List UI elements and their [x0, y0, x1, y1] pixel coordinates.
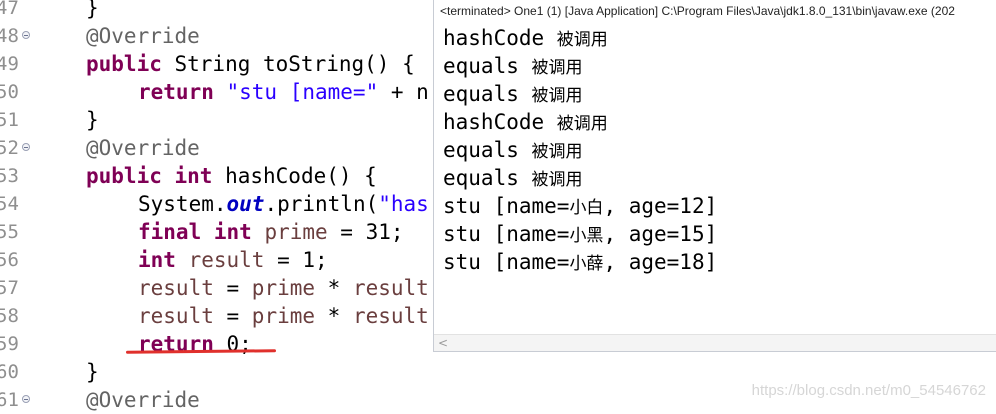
line-number-text: 57 [0, 277, 19, 299]
console-status-header: <terminated> One1 (1) [Java Application]… [440, 4, 955, 18]
console-text: stu [name= [443, 250, 570, 274]
console-text: equals [443, 54, 532, 78]
line-number-14: 61 [0, 386, 34, 414]
line-number-text: 51 [0, 109, 19, 131]
console-text: hashCode [443, 26, 557, 50]
console-text-cjk: 被调用 [556, 114, 608, 134]
console-output-line: stu [name=小白, age=12] [443, 192, 717, 220]
code-line-61[interactable]: @Override [86, 386, 200, 414]
console-text-cjk: 被调用 [531, 142, 583, 162]
console-output-line: stu [name=小黑, age=15] [443, 220, 717, 248]
code-line-50[interactable]: return "stu [name=" + n [138, 78, 429, 106]
line-number-text: 61 [0, 389, 19, 411]
console-text-cjk: 被调用 [556, 30, 608, 50]
console-text-cjk: 小白 [569, 198, 604, 218]
code-line-58[interactable]: result = prime * result [138, 302, 429, 330]
console-text-cjk: 被调用 [531, 58, 583, 78]
line-number-text: 48 [0, 25, 19, 47]
console-text-tail: , age=18] [603, 250, 718, 274]
line-number-9: 56 [0, 246, 34, 274]
line-number-text: 55 [0, 221, 19, 243]
code-line-55[interactable]: final int prime = 31; [138, 218, 404, 246]
line-number-3: 50 [0, 78, 34, 106]
line-number-text: 56 [0, 249, 19, 271]
code-line-48[interactable]: @Override [86, 22, 200, 50]
line-number-text: 49 [0, 53, 19, 75]
line-number-4: 51 [0, 106, 34, 134]
console-output-line: hashCode 被调用 [443, 24, 608, 52]
line-number-8: 55 [0, 218, 34, 246]
console-text-cjk: 小黑 [569, 226, 604, 246]
fold-toggle-icon[interactable] [22, 395, 30, 403]
console-text-tail: , age=15] [603, 222, 718, 246]
horizontal-scrollbar[interactable]: < [434, 334, 996, 351]
console-text-cjk: 被调用 [531, 86, 583, 106]
console-output-line: equals 被调用 [443, 80, 583, 108]
console-output-line: equals 被调用 [443, 52, 583, 80]
line-number-5: 52 [0, 134, 34, 162]
line-number-text: 53 [0, 165, 19, 187]
line-number-text: 59 [0, 333, 19, 355]
line-number-6: 53 [0, 162, 34, 190]
console-output-line: equals 被调用 [443, 164, 583, 192]
line-number-10: 57 [0, 274, 34, 302]
line-number-text: 50 [0, 81, 19, 103]
watermark: https://blog.csdn.net/m0_54546762 [751, 382, 986, 399]
fold-toggle-icon[interactable] [22, 31, 30, 39]
code-line-54[interactable]: System.out.println("has [138, 190, 429, 218]
console-text: equals [443, 82, 532, 106]
code-line-53[interactable]: public int hashCode() { [86, 162, 377, 190]
console-text-cjk: 小薛 [569, 254, 604, 274]
code-line-51[interactable]: } [86, 106, 99, 134]
console-text-cjk: 被调用 [531, 170, 583, 190]
code-line-57[interactable]: result = prime * result [138, 274, 429, 302]
console-text-tail: , age=12] [603, 194, 718, 218]
line-number-text: 47 [0, 0, 19, 19]
line-number-text: 52 [0, 137, 19, 159]
console-text: stu [name= [443, 222, 570, 246]
code-line-56[interactable]: int result = 1; [138, 246, 328, 274]
line-number-0: 47 [0, 0, 34, 22]
console-text: hashCode [443, 110, 557, 134]
line-number-7: 54 [0, 190, 34, 218]
line-number-12: 59 [0, 330, 34, 358]
line-number-text: 58 [0, 305, 19, 327]
line-number-1: 48 [0, 22, 34, 50]
console-output-line: equals 被调用 [443, 136, 583, 164]
console-text: stu [name= [443, 194, 570, 218]
scroll-left-arrow-icon[interactable]: < [438, 336, 448, 350]
line-number-text: 54 [0, 193, 19, 215]
code-line-59[interactable]: return 0; [138, 330, 252, 358]
fold-toggle-icon[interactable] [22, 143, 30, 151]
line-number-13: 60 [0, 358, 34, 386]
code-line-49[interactable]: public String toString() { [86, 50, 415, 78]
console-output-line: hashCode 被调用 [443, 108, 608, 136]
line-number-11: 58 [0, 302, 34, 330]
console-output-line: stu [name=小薛, age=18] [443, 248, 717, 276]
line-number-text: 60 [0, 361, 19, 383]
console-view[interactable]: <terminated> One1 (1) [Java Application]… [433, 0, 996, 352]
line-number-2: 49 [0, 50, 34, 78]
code-line-52[interactable]: @Override [86, 134, 200, 162]
console-text: equals [443, 166, 532, 190]
code-line-47[interactable]: } [86, 0, 99, 22]
console-text: equals [443, 138, 532, 162]
code-line-60[interactable]: } [86, 358, 99, 386]
